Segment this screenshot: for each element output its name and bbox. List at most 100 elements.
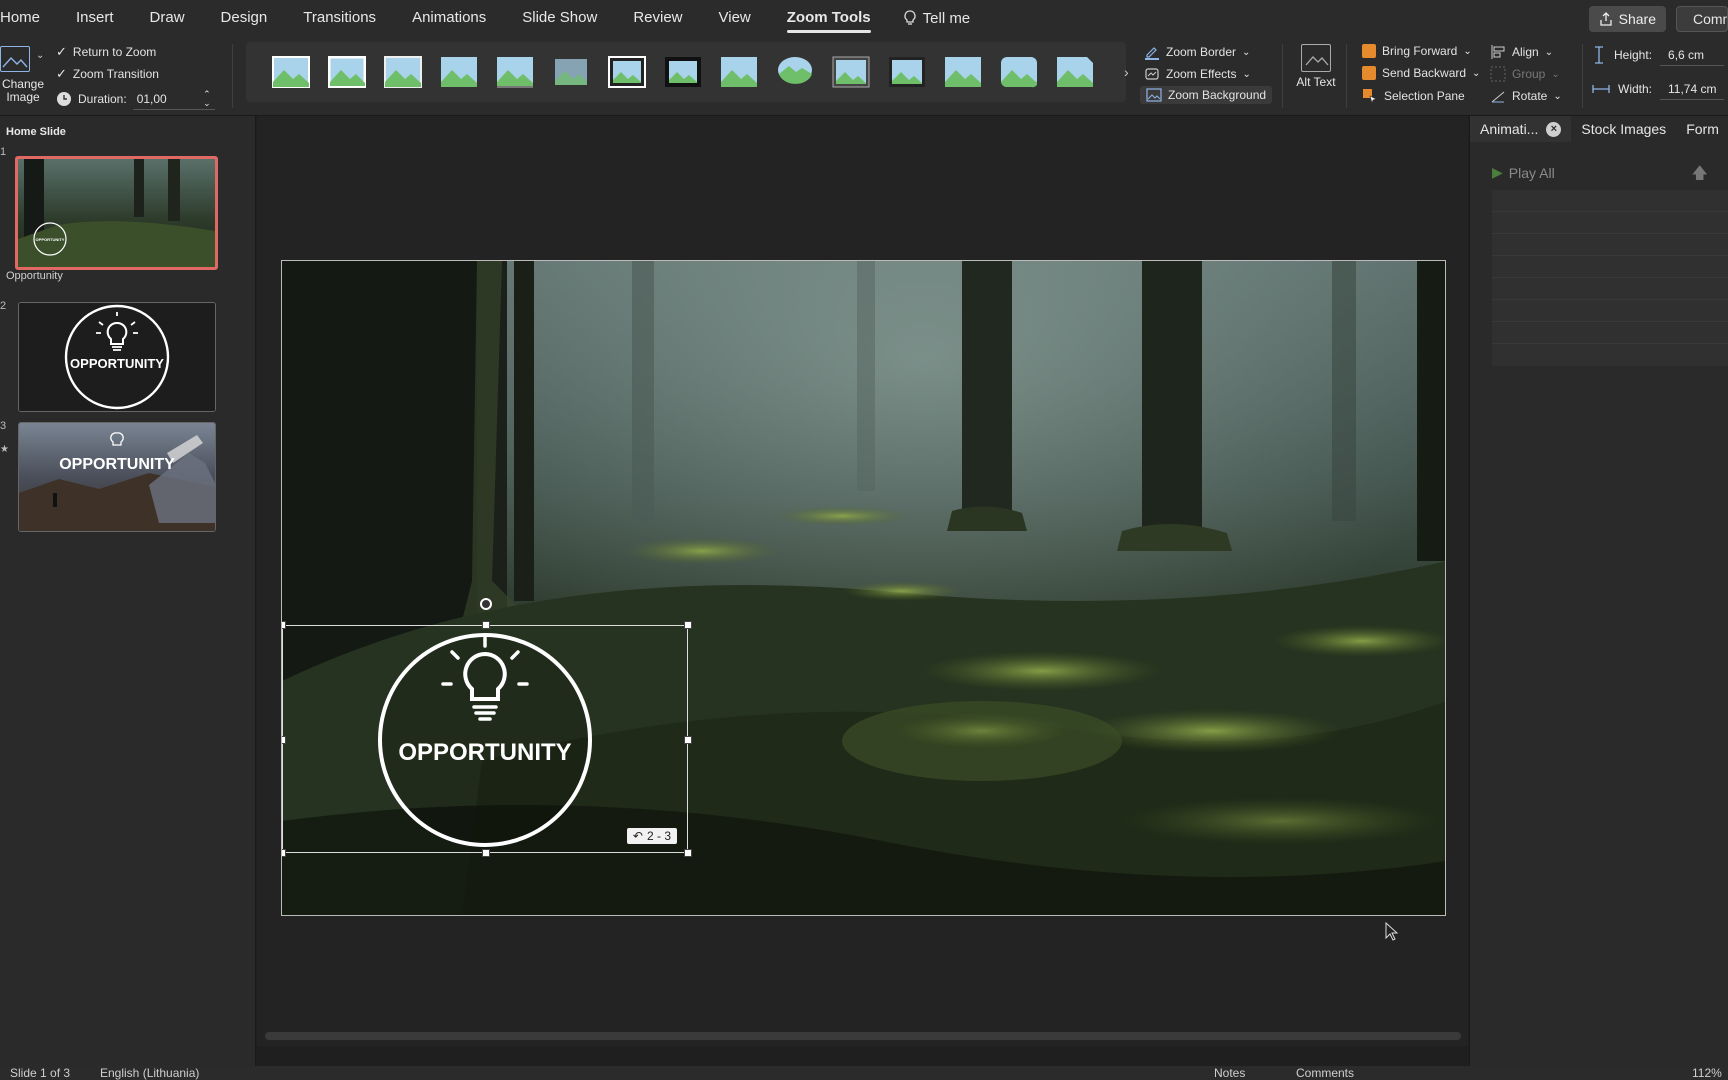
tab-insert[interactable]: Insert <box>58 0 132 36</box>
duration-input[interactable]: 01,00 ⌃ ⌄ <box>132 88 215 110</box>
return-to-zoom-label: Return to Zoom <box>72 45 157 59</box>
resize-handle-se[interactable] <box>684 849 692 857</box>
zoom-style-11[interactable] <box>832 56 870 88</box>
slide-thumbnail-2[interactable]: OPPORTUNITY <box>18 302 216 412</box>
slide-editor-canvas[interactable]: OPPORTUNITY ↶ 2 - 3 <box>257 116 1468 1046</box>
alt-text-button[interactable]: Alt Text <box>1296 44 1336 89</box>
mouse-cursor-icon <box>1385 922 1399 941</box>
zoom-style-13[interactable] <box>944 56 982 88</box>
tab-view[interactable]: View <box>701 0 769 36</box>
zoom-effects-button[interactable]: Zoom Effects ⌄ <box>1144 66 1251 82</box>
list-row <box>1492 212 1728 234</box>
zoom-text: OPPORTUNITY <box>398 739 571 766</box>
gallery-more-icon[interactable]: › <box>1124 64 1129 80</box>
zoom-style-9[interactable] <box>720 56 758 88</box>
tab-slide-show[interactable]: Slide Show <box>504 0 615 36</box>
play-all-button[interactable]: ▶ Play All <box>1492 164 1555 181</box>
tell-me-box[interactable]: Tell me <box>889 10 970 27</box>
chevron-down-icon[interactable]: ⌄ <box>36 50 44 61</box>
slide-number: 2 <box>0 300 7 312</box>
zoom-style-7[interactable] <box>608 56 646 88</box>
chevron-down-icon: ⌄ <box>1472 67 1481 79</box>
align-button[interactable]: Align ⌄ <box>1490 44 1553 60</box>
star-icon: ★ <box>0 444 9 455</box>
duration-label: Duration: <box>78 92 127 106</box>
tab-animations[interactable]: Animations <box>394 0 504 36</box>
tab-format[interactable]: Form <box>1676 116 1728 142</box>
comments-status-button[interactable]: Comments <box>1296 1066 1354 1080</box>
section-opportunity[interactable]: Opportunity <box>6 270 63 282</box>
zoom-background-button[interactable]: Zoom Background <box>1140 86 1273 104</box>
zoom-style-3[interactable] <box>384 56 422 88</box>
animation-tab-label: Animati... <box>1480 121 1539 137</box>
height-input[interactable]: 6,6 cm <box>1660 44 1725 66</box>
chevron-down-icon: ⌄ <box>1242 68 1251 80</box>
width-input[interactable]: 11,74 cm <box>1660 78 1725 100</box>
selection-pane-button[interactable]: Selection Pane <box>1362 88 1465 104</box>
tab-design[interactable]: Design <box>203 0 286 36</box>
resize-handle-nw[interactable] <box>282 621 286 629</box>
pane-tabs: Animati... × Stock Images Form <box>1470 116 1728 142</box>
clock-icon <box>57 92 71 106</box>
current-slide[interactable]: OPPORTUNITY ↶ 2 - 3 <box>281 260 1446 916</box>
resize-handle-s[interactable] <box>482 849 490 857</box>
zoom-style-1[interactable] <box>272 56 310 88</box>
summary-zoom-object[interactable]: OPPORTUNITY ↶ 2 - 3 <box>282 598 692 857</box>
thumb-text: OPPORTUNITY <box>59 456 175 473</box>
animation-list[interactable] <box>1492 190 1728 366</box>
background-image-icon <box>1146 88 1162 102</box>
comments-button[interactable]: Comments <box>1676 6 1728 32</box>
tab-stock-images[interactable]: Stock Images <box>1571 116 1676 142</box>
resize-handle-sw[interactable] <box>282 849 286 857</box>
language-indicator[interactable]: English (Lithuania) <box>100 1066 199 1080</box>
height-label: Height: <box>1614 48 1653 62</box>
zoom-style-5[interactable] <box>496 56 534 88</box>
notes-button[interactable]: Notes <box>1214 1066 1245 1080</box>
resize-handle-e[interactable] <box>684 736 692 744</box>
tab-transitions[interactable]: Transitions <box>285 0 394 36</box>
resize-handle-w[interactable] <box>282 736 286 744</box>
tab-animation-pane[interactable]: Animati... × <box>1470 116 1572 142</box>
return-to-zoom-checkbox[interactable]: ✓ Return to Zoom <box>56 44 156 60</box>
zoom-style-10[interactable] <box>776 56 814 88</box>
zoom-level[interactable]: 112% <box>1692 1066 1722 1080</box>
share-button[interactable]: Share <box>1588 6 1666 32</box>
effects-icon <box>1145 68 1159 80</box>
zoom-style-14[interactable] <box>1000 56 1038 88</box>
zoom-circle-graphic: OPPORTUNITY <box>378 633 592 847</box>
send-backward-button[interactable]: Send Backward ⌄ <box>1362 66 1480 80</box>
resize-handle-ne[interactable] <box>684 621 692 629</box>
section-home-slide[interactable]: Home Slide <box>6 126 66 138</box>
play-all-label: Play All <box>1508 164 1555 181</box>
send-backward-icon <box>1362 66 1376 80</box>
zoom-border-button[interactable]: Zoom Border ⌄ <box>1144 44 1250 60</box>
list-row <box>1492 278 1728 300</box>
tab-review[interactable]: Review <box>615 0 700 36</box>
group-button[interactable]: Group ⌄ <box>1490 66 1560 82</box>
stepper-icon[interactable]: ⌃ ⌄ <box>203 89 211 108</box>
move-up-icon[interactable]: 🡅 <box>1692 162 1708 189</box>
divider <box>232 44 233 108</box>
rotate-handle-icon[interactable] <box>480 598 492 610</box>
horizontal-scrollbar[interactable] <box>265 1032 1461 1040</box>
slide-thumbnail-3[interactable]: OPPORTUNITY <box>18 422 216 532</box>
resize-handle-n[interactable] <box>482 621 490 629</box>
ribbon-tab-bar: Home Insert Draw Design Transitions Anim… <box>0 0 1728 36</box>
rotate-button[interactable]: Rotate ⌄ <box>1490 88 1562 104</box>
zoom-style-15[interactable] <box>1056 56 1094 88</box>
divider <box>1346 44 1347 108</box>
zoom-effects-label: Zoom Effects <box>1166 67 1237 81</box>
zoom-style-2[interactable] <box>327 55 367 89</box>
close-icon[interactable]: × <box>1546 121 1562 137</box>
zoom-transition-checkbox[interactable]: ✓ Zoom Transition <box>56 66 159 82</box>
tab-zoom-tools[interactable]: Zoom Tools <box>769 0 889 36</box>
slide-thumbnail-1[interactable]: OPPORTUNITY <box>15 156 218 270</box>
zoom-style-8[interactable] <box>664 56 702 88</box>
zoom-style-6[interactable] <box>552 56 590 88</box>
zoom-style-12[interactable] <box>888 56 926 88</box>
zoom-style-4[interactable] <box>440 56 478 88</box>
list-row <box>1492 256 1728 278</box>
bring-forward-button[interactable]: Bring Forward ⌄ <box>1362 44 1472 58</box>
tab-home[interactable]: Home <box>0 0 58 36</box>
tab-draw[interactable]: Draw <box>132 0 203 36</box>
